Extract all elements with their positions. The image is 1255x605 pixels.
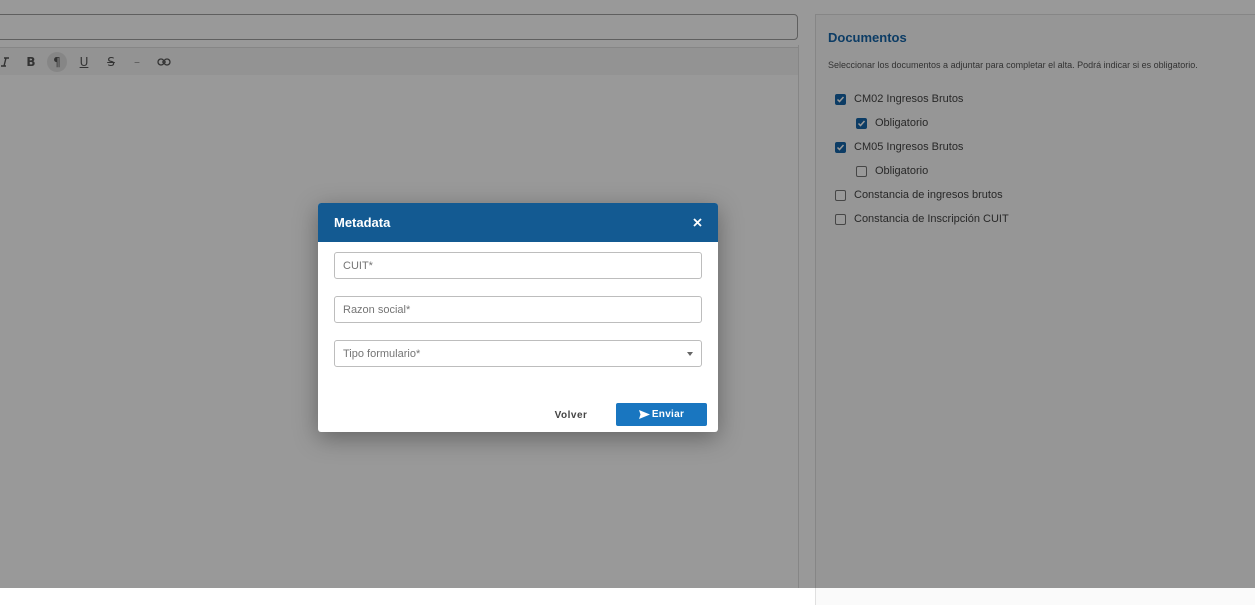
cuit-field[interactable]: CUIT* [334,252,702,279]
cuit-placeholder: CUIT* [343,259,373,272]
volver-button[interactable]: Volver [543,403,599,427]
send-icon [638,410,650,419]
razon-social-field[interactable]: Razon social* [334,296,702,323]
enviar-label: Enviar [651,409,685,420]
close-icon[interactable] [693,215,702,230]
tipo-formulario-placeholder: Tipo formulario* [343,347,421,360]
metadata-dialog: Metadata CUIT* Razon social* Tipo formul… [318,203,718,432]
razon-social-placeholder: Razon social* [343,303,411,316]
dialog-title: Metadata [334,215,391,230]
enviar-button[interactable]: Enviar [616,403,707,426]
dialog-header: Metadata [318,203,718,242]
tipo-formulario-select[interactable]: Tipo formulario* [334,340,702,367]
chevron-down-icon[interactable] [687,351,693,356]
